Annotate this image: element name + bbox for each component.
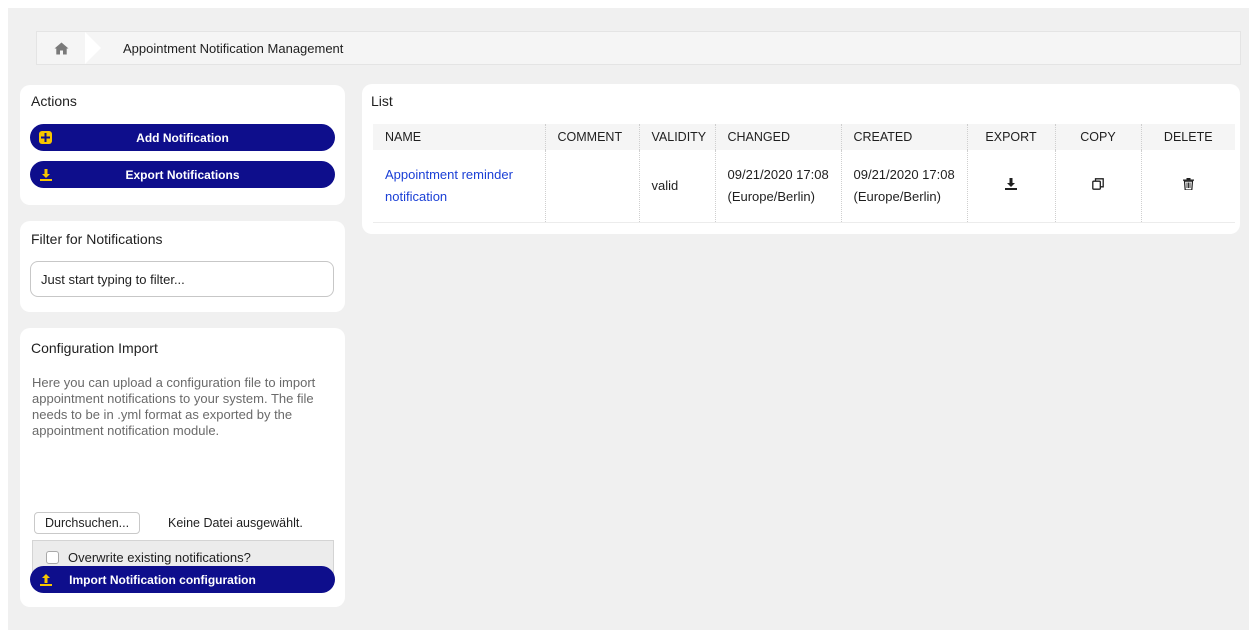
filter-input[interactable] (30, 261, 334, 297)
export-notifications-button[interactable]: Export Notifications (30, 161, 335, 188)
download-icon[interactable] (1005, 177, 1017, 193)
trash-icon[interactable] (1182, 177, 1194, 193)
filter-title: Filter for Notifications (31, 231, 163, 247)
download-icon (39, 168, 52, 181)
browse-file-button[interactable]: Durchsuchen... (34, 512, 141, 534)
notifications-table: NAME COMMENT VALIDITY CHANGED CREATED EX… (373, 124, 1235, 223)
column-header-comment[interactable]: COMMENT (545, 124, 640, 150)
notification-name-link[interactable]: Appointment reminder notification (373, 150, 546, 223)
import-configuration-button[interactable]: Import Notification configuration (30, 566, 335, 593)
actions-panel: Actions Add Notification Export Notifica… (20, 85, 345, 205)
import-description: Here you can upload a configuration file… (32, 375, 316, 438)
notification-changed: 09/21/2020 17:08 (Europe/Berlin) (715, 150, 842, 223)
delete-cell (1141, 150, 1235, 223)
column-header-created[interactable]: CREATED (841, 124, 968, 150)
list-panel: List NAME COMMENT VALIDITY CHANGED CREAT… (362, 84, 1240, 234)
breadcrumb-home[interactable] (37, 32, 101, 64)
notification-validity: valid (639, 150, 716, 223)
overwrite-checkbox[interactable] (46, 550, 59, 564)
column-header-changed[interactable]: CHANGED (715, 124, 842, 150)
copy-cell (1055, 150, 1142, 223)
add-notification-button[interactable]: Add Notification (30, 124, 335, 151)
import-panel: Configuration Import Here you can upload… (20, 328, 345, 607)
column-header-export: EXPORT (967, 124, 1056, 150)
export-cell (967, 150, 1056, 223)
actions-title: Actions (31, 93, 77, 109)
column-header-name[interactable]: NAME (373, 124, 546, 150)
export-notifications-label: Export Notifications (125, 167, 240, 182)
notification-created: 09/21/2020 17:08 (Europe/Berlin) (841, 150, 968, 223)
upload-icon (39, 573, 52, 586)
column-header-delete: DELETE (1141, 124, 1235, 150)
filter-panel: Filter for Notifications (20, 221, 345, 312)
list-title: List (371, 93, 393, 109)
column-header-validity[interactable]: VALIDITY (639, 124, 716, 150)
breadcrumb: Appointment Notification Management (36, 31, 1241, 65)
table-row: Appointment reminder notification valid … (373, 150, 1235, 223)
table-header-row: NAME COMMENT VALIDITY CHANGED CREATED EX… (373, 124, 1235, 150)
plus-icon (39, 131, 52, 144)
import-title: Configuration Import (31, 340, 158, 356)
home-icon (54, 42, 69, 55)
file-status: Keine Datei ausgewählt. (168, 516, 303, 530)
copy-icon[interactable] (1092, 177, 1104, 193)
add-notification-label: Add Notification (136, 130, 229, 145)
page-title: Appointment Notification Management (123, 40, 344, 56)
column-header-copy: COPY (1055, 124, 1142, 150)
import-configuration-label: Import Notification configuration (69, 572, 256, 587)
notification-comment (545, 150, 640, 223)
overwrite-label: Overwrite existing notifications? (68, 549, 251, 565)
